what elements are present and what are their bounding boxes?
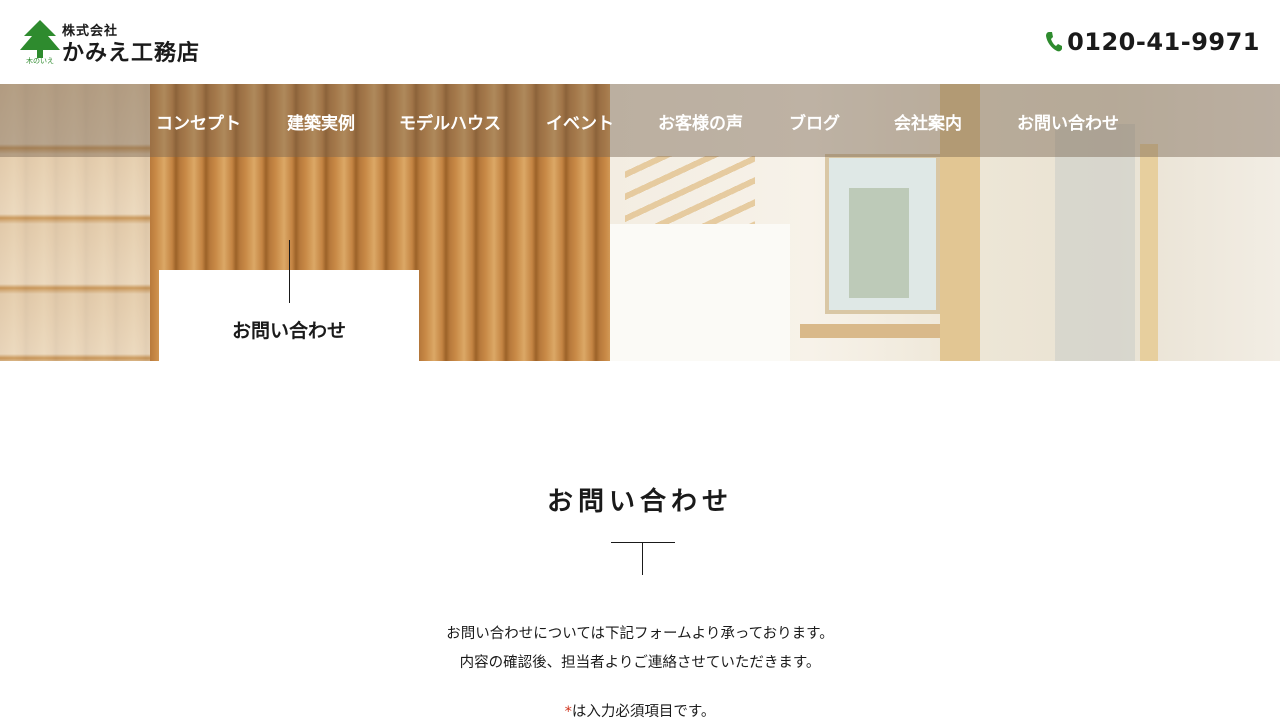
phone-icon: [1046, 32, 1063, 52]
logo-tagline: 木のいえ: [26, 57, 54, 65]
required-mark: *: [564, 704, 572, 720]
intro-text-line-1: お問い合わせについては下記フォームより承っております。: [446, 626, 834, 642]
nav-item-blog[interactable]: ブログ: [789, 109, 840, 134]
title-divider-vertical: [642, 542, 643, 575]
nav-item-concept[interactable]: コンセプト: [156, 109, 241, 134]
nav-item-company[interactable]: 会社案内: [894, 109, 962, 134]
hero-image-counter: [610, 224, 790, 361]
page-label-divider: [289, 240, 290, 303]
phone-number[interactable]: 0120-41-9971: [1067, 28, 1260, 56]
phone-contact[interactable]: 0120-41-9971: [1045, 28, 1260, 56]
global-nav: コンセプト 建築実例 モデルハウス イベント お客様の声 ブログ 会社案内 お問…: [0, 84, 1280, 157]
hero-image-table: [800, 324, 940, 338]
logo-company-name: かみえ工務店: [62, 41, 201, 66]
site-logo[interactable]: 木のいえ 株式会社 かみえ工務店: [20, 18, 220, 66]
nav-item-works[interactable]: 建築実例: [287, 109, 355, 134]
required-note-text: は入力必須項目です。: [571, 704, 716, 720]
nav-item-contact[interactable]: お問い合わせ: [1017, 109, 1119, 134]
site-header: 木のいえ 株式会社 かみえ工務店 0120-41-9971: [0, 0, 1280, 84]
hero-image-garden: [849, 188, 909, 298]
title-divider-horizontal: [611, 542, 675, 543]
hero-image-stairs: [625, 156, 755, 224]
hero-banner: コンセプト 建築実例 モデルハウス イベント お客様の声 ブログ 会社案内 お問…: [0, 84, 1280, 361]
page-label: お問い合わせ: [231, 320, 346, 342]
intro-text-line-2: 内容の確認後、担当者よりご連絡させていただきます。: [459, 655, 821, 671]
nav-item-voice[interactable]: お客様の声: [658, 109, 743, 134]
hero-image-door: [1055, 124, 1135, 361]
hero-image-window: [825, 154, 940, 314]
page-title: お問い合わせ: [546, 487, 733, 517]
nav-item-model-house[interactable]: モデルハウス: [399, 109, 501, 134]
hero-image-post-2: [1140, 144, 1158, 361]
nav-item-event[interactable]: イベント: [546, 109, 614, 134]
required-note: *は入力必須項目です。: [0, 700, 1280, 720]
